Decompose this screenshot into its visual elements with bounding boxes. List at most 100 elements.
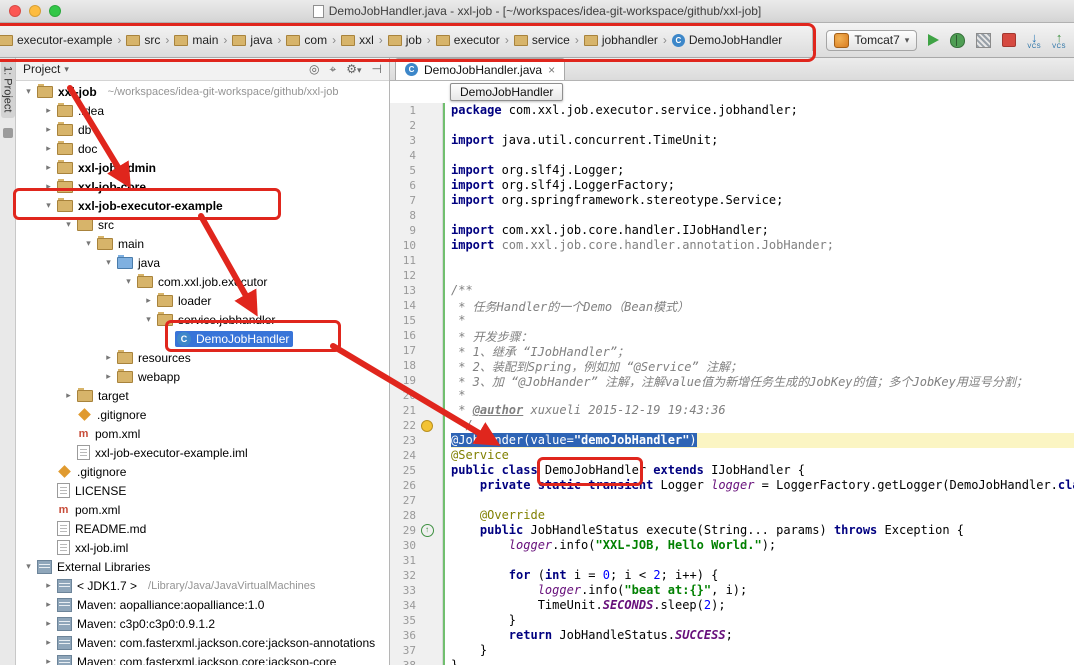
tree-item-xxl-job-executor-example[interactable]: ▾xxl-job-executor-example [16,196,389,215]
chevron-right-icon[interactable]: ▸ [42,181,55,192]
tree-item-pom-xml[interactable]: mpom.xml [16,424,389,443]
tree-item-external-libraries[interactable]: ▾External Libraries [16,557,389,576]
chevron-right-icon[interactable]: ▸ [42,143,55,154]
code-line-9[interactable]: import com.xxl.job.core.handler.IJobHand… [451,223,1074,238]
chevron-right-icon[interactable]: ▸ [42,105,55,116]
code-line-11[interactable] [451,253,1074,268]
chevron-down-icon[interactable]: ▾ [122,276,135,287]
code-line-27[interactable] [451,493,1074,508]
code-line-6[interactable]: import org.slf4j.LoggerFactory; [451,178,1074,193]
debug-button[interactable] [950,33,965,48]
breadcrumb-item-service[interactable]: service [511,31,573,49]
code-line-3[interactable]: import java.util.concurrent.TimeUnit; [451,133,1074,148]
tree-item-xxl-job-admin[interactable]: ▸xxl-job-admin [16,158,389,177]
editor-tab-demojobhandler[interactable]: C DemoJobHandler.java × [395,58,565,80]
locate-icon[interactable]: ◎ [309,62,319,76]
code-line-10[interactable]: import com.xxl.job.core.handler.annotati… [451,238,1074,253]
chevron-down-icon[interactable]: ▾ [102,257,115,268]
chevron-right-icon[interactable]: ▸ [142,295,155,306]
code-line-26[interactable]: private static transient Logger logger =… [451,478,1074,493]
tree-item-xxl-job-executor-example-iml[interactable]: xxl-job-executor-example.iml [16,443,389,462]
breadcrumb-item-demojobhandler[interactable]: CDemoJobHandler [669,31,782,49]
chevron-right-icon[interactable]: ▸ [42,124,55,135]
close-window-button[interactable] [9,5,21,17]
settings-gear-button[interactable]: ⚙▾ [346,62,361,76]
chevron-right-icon[interactable]: ▸ [102,352,115,363]
chevron-down-icon[interactable]: ▾ [22,561,35,572]
chevron-right-icon[interactable]: ▸ [102,371,115,382]
chevron-down-icon[interactable]: ▾ [82,238,95,249]
code-line-31[interactable] [451,553,1074,568]
hide-panel-icon[interactable]: ⊣ [372,62,382,76]
tree-item-demojobhandler[interactable]: CDemoJobHandler [16,329,389,348]
code-line-37[interactable]: } [451,643,1074,658]
run-button[interactable] [928,34,939,46]
breadcrumb-item-java[interactable]: java [229,31,275,49]
tree-item-license[interactable]: LICENSE [16,481,389,500]
chevron-down-icon[interactable]: ▾ [22,86,35,97]
chevron-right-icon[interactable]: ▸ [62,390,75,401]
coverage-button[interactable] [976,33,991,48]
breadcrumb-item-job[interactable]: job [385,31,425,49]
code-line-21[interactable]: * @author xuxueli 2015-12-19 19:43:36 [451,403,1074,418]
code-line-29[interactable]: public JobHandleStatus execute(String...… [451,523,1074,538]
breadcrumb-item-executor[interactable]: executor [433,31,503,49]
tree-item-maven-aopalliance-aopalliance-1-0[interactable]: ▸Maven: aopalliance:aopalliance:1.0 [16,595,389,614]
tool-window-button[interactable] [3,128,13,138]
breadcrumb-item-src[interactable]: src [123,31,163,49]
tree-item-xxl-job-iml[interactable]: xxl-job.iml [16,538,389,557]
tree-item-loader[interactable]: ▸loader [16,291,389,310]
code-line-17[interactable]: * 1、继承 “IJobHandler”； [451,343,1074,358]
code-line-7[interactable]: import org.springframework.stereotype.Se… [451,193,1074,208]
vcs-update-button[interactable]: ↓ VCS [1027,31,1041,50]
breadcrumb-item-main[interactable]: main [171,31,221,49]
chevron-down-icon[interactable]: ▾ [62,219,75,230]
code-line-24[interactable]: @Service [451,448,1074,463]
code-line-14[interactable]: * 任务Handler的一个Demo（Bean模式） [451,298,1074,313]
chevron-right-icon[interactable]: ▸ [42,618,55,629]
code-line-20[interactable]: * [451,388,1074,403]
tree-item-readme-md[interactable]: README.md [16,519,389,538]
breadcrumb-item-xxl[interactable]: xxl [338,31,377,49]
code-line-13[interactable]: /** [451,283,1074,298]
code-line-18[interactable]: * 2、装配到Spring，例如加 “@Service” 注解； [451,358,1074,373]
code-line-12[interactable] [451,268,1074,283]
tree-item-java[interactable]: ▾java [16,253,389,272]
code-line-19[interactable]: * 3、加 “@JobHander” 注解，注解value值为新增任务生成的Jo… [451,373,1074,388]
code-line-34[interactable]: TimeUnit.SECONDS.sleep(2); [451,598,1074,613]
tree-item-main[interactable]: ▾main [16,234,389,253]
code-line-16[interactable]: * 开发步骤： [451,328,1074,343]
code-line-35[interactable]: } [451,613,1074,628]
chevron-right-icon[interactable]: ▸ [42,656,55,665]
zoom-window-button[interactable] [49,5,61,17]
tree-item-gitignore[interactable]: .gitignore [16,462,389,481]
tree-item-xxl-job[interactable]: ▾xxl-job~/workspaces/idea-git-workspace/… [16,82,389,101]
tree-item-doc[interactable]: ▸doc [16,139,389,158]
tree-item-maven-c3p0-c3p0-0-9-1-2[interactable]: ▸Maven: c3p0:c3p0:0.9.1.2 [16,614,389,633]
code-line-22[interactable]: */ [451,418,1074,433]
tree-item-xxl-job-core[interactable]: ▸xxl-job-core [16,177,389,196]
code-line-23[interactable]: @JobHander(value="demoJobHandler") [451,433,1074,448]
editor-breadcrumb-chip[interactable]: DemoJobHandler [450,83,563,101]
project-view-selector[interactable]: Project [23,62,60,76]
code-line-33[interactable]: logger.info("beat at:{}", i); [451,583,1074,598]
tree-item-com-xxl-job-executor[interactable]: ▾com.xxl.job.executor [16,272,389,291]
chevron-right-icon[interactable]: ▸ [42,599,55,610]
tree-item-idea[interactable]: ▸.idea [16,101,389,120]
project-tool-window-tab[interactable]: 1: Project [1,60,15,118]
run-configuration-select[interactable]: Tomcat7 ▾ [826,30,917,51]
code-line-5[interactable]: import org.slf4j.Logger; [451,163,1074,178]
stop-button[interactable] [1002,33,1016,47]
code-line-15[interactable]: * [451,313,1074,328]
code-line-30[interactable]: logger.info("XXL-JOB, Hello World."); [451,538,1074,553]
tree-item-src[interactable]: ▾src [16,215,389,234]
tree-item-target[interactable]: ▸target [16,386,389,405]
tree-item-service-jobhandler[interactable]: ▾service.jobhandler [16,310,389,329]
code-line-2[interactable] [451,118,1074,133]
close-icon[interactable]: × [548,63,555,77]
breadcrumb-item-executor-example[interactable]: executor-example [0,31,115,49]
code-line-32[interactable]: for (int i = 0; i < 2; i++) { [451,568,1074,583]
code-line-4[interactable] [451,148,1074,163]
chevron-down-icon[interactable]: ▾ [142,314,155,325]
tree-item-webapp[interactable]: ▸webapp [16,367,389,386]
